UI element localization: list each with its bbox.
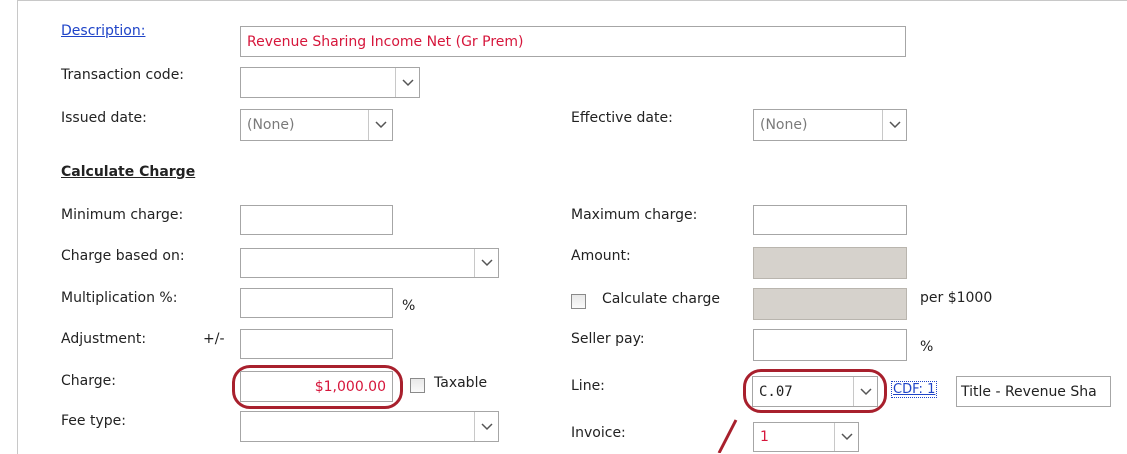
annotation-line xyxy=(717,419,738,453)
annotation-pointer-line xyxy=(717,419,738,453)
